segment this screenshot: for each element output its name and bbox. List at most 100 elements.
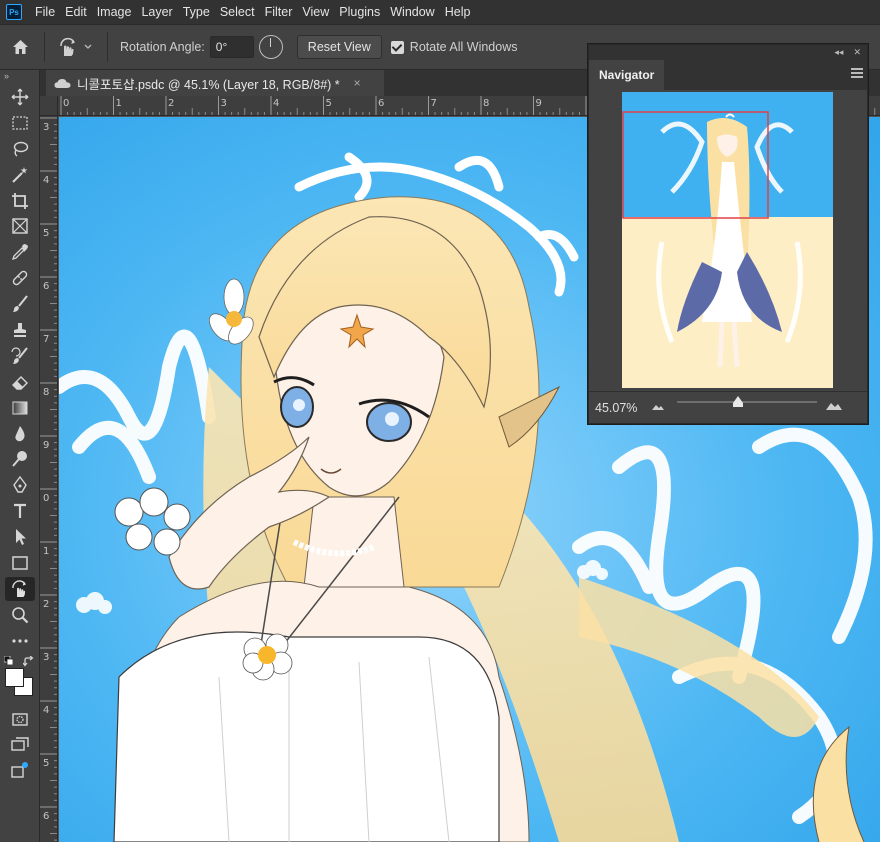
home-icon xyxy=(12,40,28,54)
rotate-view-tool[interactable] xyxy=(0,576,40,602)
menu-bar: Ps File Edit Image Layer Type Select Fil… xyxy=(0,0,880,24)
navigator-tab[interactable]: Navigator xyxy=(589,60,665,90)
ruler-label: 7 xyxy=(43,334,49,345)
menu-file[interactable]: File xyxy=(30,0,60,24)
ruler-origin[interactable] xyxy=(40,96,58,116)
panel-menu-icon[interactable] xyxy=(851,68,863,80)
menu-help[interactable]: Help xyxy=(440,0,476,24)
ruler-label: 2 xyxy=(168,98,174,109)
stamp-icon xyxy=(14,322,26,337)
vertical-ruler[interactable]: 3 4 5 6 7 8 9 0 1 2 3 4 5 6 xyxy=(40,116,58,842)
menu-window[interactable]: Window xyxy=(385,0,439,24)
move-tool[interactable] xyxy=(0,84,40,110)
brush-tool[interactable] xyxy=(0,291,40,317)
type-icon xyxy=(14,504,26,519)
gradient-tool[interactable] xyxy=(0,395,40,421)
menu-type[interactable]: Type xyxy=(178,0,215,24)
navigator-zoom-bar: 45.07% xyxy=(589,391,867,423)
menu-view[interactable]: View xyxy=(297,0,334,24)
navigator-thumbnail[interactable] xyxy=(622,92,833,388)
magic-wand-icon xyxy=(12,166,28,183)
zoom-out-icon[interactable] xyxy=(651,402,665,411)
magic-wand-tool[interactable] xyxy=(0,162,40,188)
ruler-label: 8 xyxy=(43,387,49,398)
ruler-label: 1 xyxy=(43,546,49,557)
close-panel-icon[interactable]: ✕ xyxy=(853,47,861,58)
zoom-in-icon[interactable] xyxy=(825,399,843,411)
rotate-all-windows-checkbox[interactable] xyxy=(390,40,404,54)
share-icon xyxy=(11,762,28,779)
home-button[interactable] xyxy=(0,25,40,69)
menu-image[interactable]: Image xyxy=(92,0,137,24)
healing-tool[interactable] xyxy=(0,265,40,291)
ruler-label: 6 xyxy=(43,811,49,822)
screen-mode-button[interactable] xyxy=(0,731,40,757)
rectangle-tool[interactable] xyxy=(0,550,40,576)
dodge-tool[interactable] xyxy=(0,446,40,472)
path-selection-tool[interactable] xyxy=(0,524,40,550)
ruler-label: 9 xyxy=(43,440,49,451)
menu-layer[interactable]: Layer xyxy=(136,0,177,24)
tools-panel: » xyxy=(0,70,40,842)
chevron-down-icon xyxy=(84,44,92,49)
crop-tool[interactable] xyxy=(0,188,40,214)
menu-plugins[interactable]: Plugins xyxy=(334,0,385,24)
menu-edit[interactable]: Edit xyxy=(60,0,92,24)
pen-tool[interactable] xyxy=(0,472,40,498)
path-select-icon xyxy=(16,529,26,546)
frame-icon xyxy=(12,218,28,235)
ruler-label: 8 xyxy=(483,98,489,109)
color-swatches xyxy=(0,654,39,706)
ruler-label: 0 xyxy=(63,98,69,109)
ruler-label: 0 xyxy=(43,493,49,504)
default-colors-icon[interactable] xyxy=(4,655,13,665)
more-tools[interactable] xyxy=(0,628,40,654)
reset-view-button[interactable]: Reset View xyxy=(296,35,382,59)
screen-mode-icon xyxy=(11,737,29,752)
type-tool[interactable] xyxy=(0,498,40,524)
pen-icon xyxy=(13,476,27,493)
ruler-label: 4 xyxy=(43,705,49,716)
rotation-angle-label: Rotation Angle: xyxy=(120,40,205,54)
blur-tool[interactable] xyxy=(0,421,40,447)
tool-preset-picker[interactable] xyxy=(57,37,93,57)
ruler-label: 3 xyxy=(43,652,49,663)
ruler-label: 3 xyxy=(43,122,49,133)
lasso-tool[interactable] xyxy=(0,136,40,162)
frame-tool[interactable] xyxy=(0,213,40,239)
ruler-label: 1 xyxy=(116,98,122,109)
zoom-tool[interactable] xyxy=(0,602,40,628)
foreground-color-swatch[interactable] xyxy=(5,667,24,687)
eraser-tool[interactable] xyxy=(0,369,40,395)
collapse-panel-icon[interactable]: ◂◂ xyxy=(834,47,843,58)
close-icon[interactable]: × xyxy=(354,76,361,90)
rotation-angle-dial[interactable] xyxy=(258,35,283,59)
menu-select[interactable]: Select xyxy=(215,0,260,24)
stamp-tool[interactable] xyxy=(0,317,40,343)
zoom-slider[interactable] xyxy=(677,396,817,407)
rotate-view-icon xyxy=(60,37,75,56)
zoom-level-input[interactable]: 45.07% xyxy=(595,401,645,415)
panel-dock-bar: ◂◂ ✕ xyxy=(589,45,867,60)
quick-mask-button[interactable] xyxy=(0,706,40,732)
ruler-label: 4 xyxy=(273,98,279,109)
eyedropper-icon xyxy=(11,244,28,261)
eyedropper-tool[interactable] xyxy=(0,239,40,265)
zoom-slider-thumb[interactable] xyxy=(733,396,743,407)
ruler-label: 4 xyxy=(43,175,49,186)
ruler-label: 6 xyxy=(43,281,49,292)
marquee-tool[interactable] xyxy=(0,110,40,136)
swap-colors-icon[interactable] xyxy=(23,655,34,667)
more-icon xyxy=(12,639,28,643)
menu-filter[interactable]: Filter xyxy=(260,0,298,24)
marquee-icon xyxy=(12,116,28,130)
zoom-icon xyxy=(12,606,29,624)
ruler-label: 7 xyxy=(431,98,437,109)
options-separator xyxy=(44,32,45,62)
history-brush-tool[interactable] xyxy=(0,343,40,369)
document-tab[interactable]: 니콜포토샵.psdc @ 45.1% (Layer 18, RGB/8#) * … xyxy=(46,70,384,96)
quick-mask-icon xyxy=(12,712,28,726)
share-button[interactable] xyxy=(0,757,40,783)
collapse-toolbar-icon[interactable]: » xyxy=(0,70,39,84)
rotation-angle-input[interactable]: 0° xyxy=(209,36,254,58)
